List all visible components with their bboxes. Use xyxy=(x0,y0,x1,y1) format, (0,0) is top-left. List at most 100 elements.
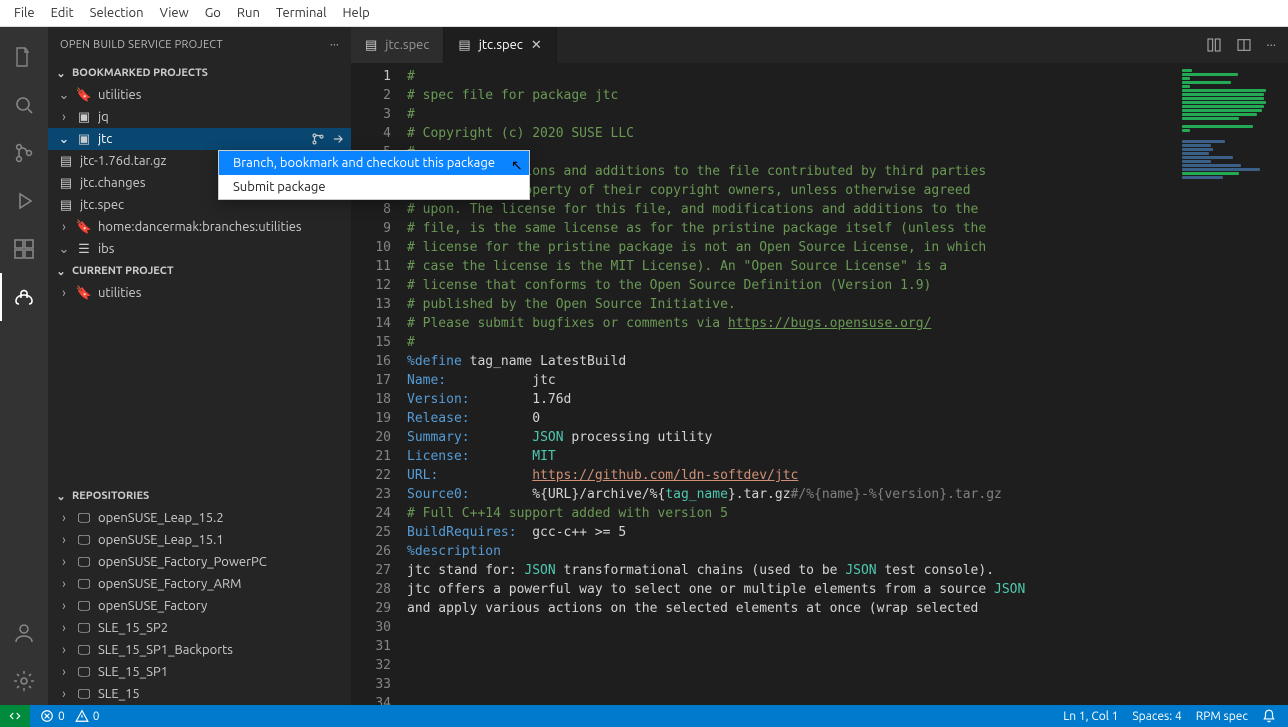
menu-file[interactable]: File xyxy=(6,3,43,23)
extensions-icon[interactable] xyxy=(0,225,48,273)
context-menu-branch[interactable]: Branch, bookmark and checkout this packa… xyxy=(219,151,529,175)
repo-item-label: openSUSE_Factory_PowerPC xyxy=(98,555,267,569)
close-icon[interactable]: ✕ xyxy=(531,38,542,53)
repo-item-label: SLE_15_SP1_Backports xyxy=(98,643,233,657)
chevron-right-icon: › xyxy=(58,577,70,591)
tree-item-label: jtc.spec xyxy=(80,198,124,212)
chevron-right-icon: › xyxy=(58,511,70,525)
minimap[interactable] xyxy=(1178,63,1288,705)
more-icon[interactable]: ··· xyxy=(1266,38,1276,52)
chevron-down-icon: ⌄ xyxy=(54,490,68,503)
status-notifications-icon[interactable] xyxy=(1262,709,1276,723)
tree-item-jtc[interactable]: ⌄▣jtc xyxy=(48,128,351,150)
menu-help[interactable]: Help xyxy=(334,3,377,23)
menu-run[interactable]: Run xyxy=(229,3,268,23)
tree-item-home[interactable]: ›🔖home:dancermak:branches:utilities xyxy=(48,216,351,238)
chevron-down-icon: ⌄ xyxy=(54,67,68,80)
package-icon: ▣ xyxy=(76,131,92,147)
statusbar: 0 0 Ln 1, Col 1 Spaces: 4 RPM spec xyxy=(0,705,1288,727)
tab-jtc-spec-1[interactable]: ▤ jtc.spec xyxy=(351,27,444,63)
tree-item-utilities[interactable]: ⌄🔖utilities xyxy=(48,84,351,106)
section-repositories[interactable]: ⌄ REPOSITORIES xyxy=(48,485,351,507)
repo-item-label: SLE_15_SP1 xyxy=(98,665,168,679)
menu-selection[interactable]: Selection xyxy=(82,3,152,23)
repo-item-label: SLE_15_SP2 xyxy=(98,621,168,635)
menu-go[interactable]: Go xyxy=(197,3,229,23)
repo-icon: 🖵 xyxy=(76,620,92,636)
tree-item-label: jtc.changes xyxy=(80,176,145,190)
sidebar-title-text: OPEN BUILD SERVICE PROJECT xyxy=(60,39,223,51)
tab-label: jtc.spec xyxy=(479,38,523,52)
status-warnings[interactable]: 0 xyxy=(75,709,100,723)
chevron-right-icon: › xyxy=(58,555,70,569)
section-current-label: CURRENT PROJECT xyxy=(72,265,174,277)
repo-item[interactable]: ›🖵openSUSE_Leap_15.2 xyxy=(48,507,351,529)
settings-gear-icon[interactable] xyxy=(0,657,48,705)
section-current[interactable]: ⌄ CURRENT PROJECT xyxy=(48,260,351,282)
tab-label: jtc.spec xyxy=(385,38,429,52)
menubar: File Edit Selection View Go Run Terminal… xyxy=(0,0,1288,27)
repo-icon: 🖵 xyxy=(76,642,92,658)
tree-item-label: ibs xyxy=(98,242,114,256)
scm-icon[interactable] xyxy=(0,129,48,177)
repo-icon: 🖵 xyxy=(76,532,92,548)
accounts-icon[interactable] xyxy=(0,609,48,657)
run-debug-icon[interactable] xyxy=(0,177,48,225)
menu-terminal[interactable]: Terminal xyxy=(268,3,335,23)
repo-item[interactable]: ›🖵SLE_15_SP1 xyxy=(48,661,351,683)
cursor-icon: ↖ xyxy=(511,157,523,174)
remote-indicator[interactable] xyxy=(0,705,30,727)
repo-item-label: SLE_15 xyxy=(98,687,140,701)
status-errors-count: 0 xyxy=(58,710,65,723)
chevron-right-icon: › xyxy=(58,643,70,657)
chevron-right-icon: › xyxy=(58,621,70,635)
repo-item[interactable]: ›🖵openSUSE_Leap_15.1 xyxy=(48,529,351,551)
repo-item[interactable]: ›🖵openSUSE_Factory xyxy=(48,595,351,617)
tree-item-jq[interactable]: ›▣jq xyxy=(48,106,351,128)
bookmark-icon: 🔖 xyxy=(76,219,92,235)
branch-icon[interactable] xyxy=(311,132,325,146)
repositories-tree: ›🖵openSUSE_Leap_15.2›🖵openSUSE_Leap_15.1… xyxy=(48,507,351,705)
tree-item-ibs[interactable]: ⌄ ☰ ibs xyxy=(48,238,351,260)
section-bookmarked[interactable]: ⌄ BOOKMARKED PROJECTS xyxy=(48,62,351,84)
tree-item-label: utilities xyxy=(98,286,141,300)
status-language[interactable]: RPM spec xyxy=(1196,710,1248,723)
menu-view[interactable]: View xyxy=(152,3,197,23)
repo-item[interactable]: › 🖵 openSUSE_Factory_PowerPC xyxy=(48,551,351,573)
tab-jtc-spec-2[interactable]: ▤ jtc.spec ✕ xyxy=(444,27,556,63)
search-icon[interactable] xyxy=(0,81,48,129)
status-warnings-count: 0 xyxy=(93,710,100,723)
repo-item[interactable]: › 🖵 openSUSE_Factory_ARM xyxy=(48,573,351,595)
diff-icon[interactable] xyxy=(1206,37,1222,53)
file-icon: ▤ xyxy=(58,197,74,213)
repo-icon: 🖵 xyxy=(76,510,92,526)
activity-bar xyxy=(0,27,48,705)
repo-item-label: openSUSE_Factory_ARM xyxy=(98,577,241,591)
menu-edit[interactable]: Edit xyxy=(43,3,82,23)
status-errors[interactable]: 0 xyxy=(40,709,65,723)
chevron-right-icon: › xyxy=(58,110,70,124)
repo-icon: 🖵 xyxy=(76,554,92,570)
tree-item-label: utilities xyxy=(98,88,141,102)
obs-icon[interactable] xyxy=(0,273,48,321)
status-indent[interactable]: Spaces: 4 xyxy=(1132,710,1181,723)
server-icon: ☰ xyxy=(76,241,92,257)
more-icon[interactable]: ··· xyxy=(330,39,339,51)
arrow-right-icon[interactable] xyxy=(331,132,345,146)
split-editor-icon[interactable] xyxy=(1236,37,1252,53)
context-menu-submit[interactable]: Submit package xyxy=(219,175,529,199)
context-menu: Branch, bookmark and checkout this packa… xyxy=(218,150,530,200)
chevron-down-icon: ⌄ xyxy=(58,242,70,257)
explorer-icon[interactable] xyxy=(0,33,48,81)
tree-item-label: jtc xyxy=(98,132,112,146)
current-tree: ›🔖utilities xyxy=(48,282,351,304)
repo-icon: 🖵 xyxy=(76,664,92,680)
repo-icon: 🖵 xyxy=(76,576,92,592)
repo-item[interactable]: ›🖵SLE_15 xyxy=(48,683,351,705)
repo-item[interactable]: › 🖵 SLE_15_SP2 xyxy=(48,617,351,639)
repo-item[interactable]: › 🖵 SLE_15_SP1_Backports xyxy=(48,639,351,661)
tree-item-label: jtc-1.76d.tar.gz xyxy=(80,154,167,168)
chevron-right-icon: › xyxy=(58,220,70,234)
tree-item-current-utilities[interactable]: ›🔖utilities xyxy=(48,282,351,304)
status-position[interactable]: Ln 1, Col 1 xyxy=(1063,710,1118,723)
